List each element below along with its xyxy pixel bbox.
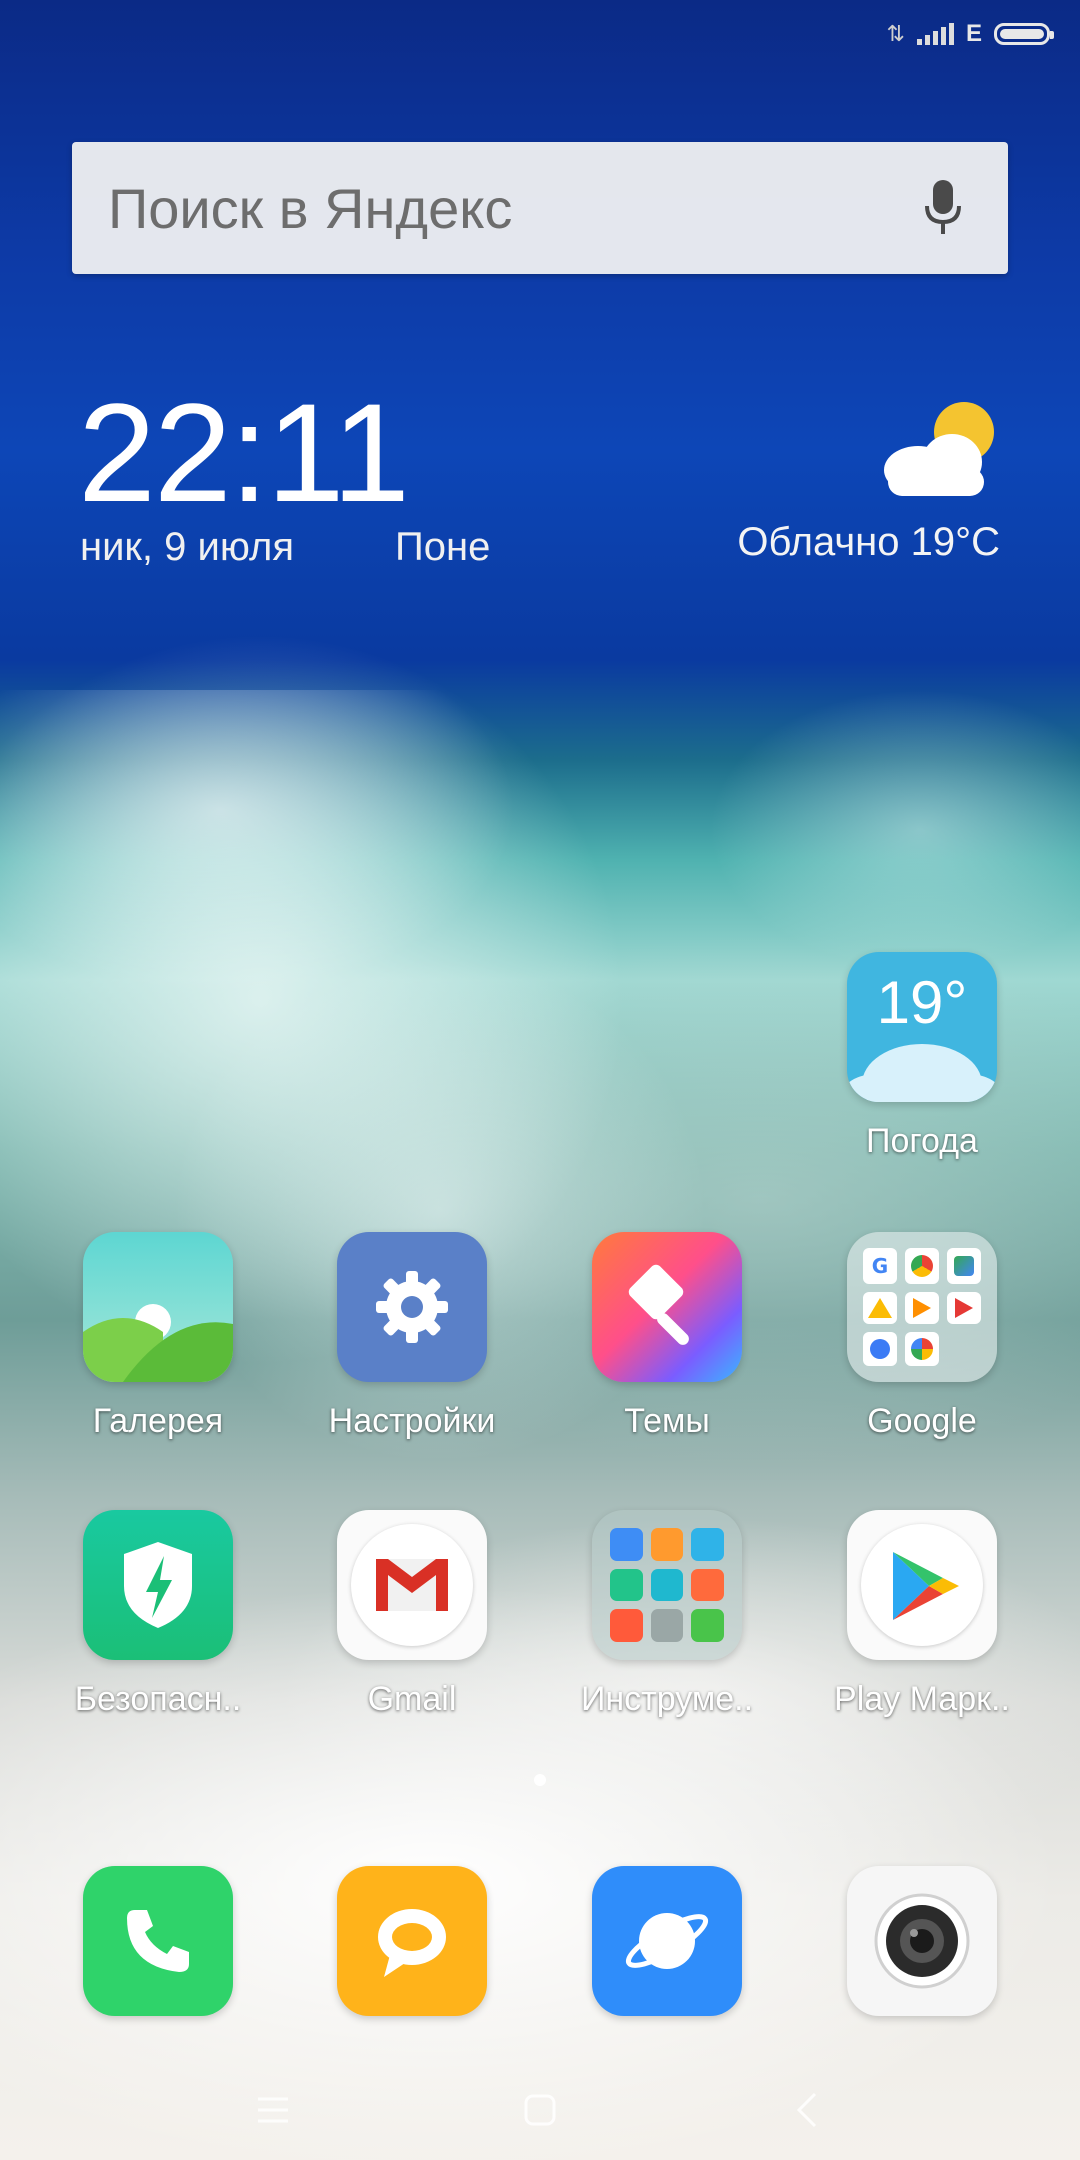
chrome-icon (905, 1248, 939, 1284)
cloudy-weather-icon[interactable] (878, 398, 1000, 498)
contacts-icon (610, 1528, 643, 1561)
play-music-icon (905, 1292, 939, 1324)
weather-summary[interactable]: Облачно 19°C (737, 520, 1000, 565)
message-bubble-icon (337, 1866, 487, 2016)
settings-app[interactable]: Настройки (312, 1232, 512, 1441)
paintbrush-icon (592, 1232, 742, 1382)
duo-icon (863, 1332, 897, 1366)
phone-app[interactable] (58, 1866, 258, 2016)
signal-strength-icon (916, 23, 954, 45)
weather-app[interactable]: 19° Погода (822, 952, 1022, 1161)
recorder-icon (610, 1609, 643, 1642)
camera-app[interactable] (822, 1866, 1022, 2016)
yandex-search-bar[interactable]: Поиск в Яндекс (72, 142, 1008, 274)
scanner-icon (650, 1568, 684, 1602)
security-label: Безопасн.. (74, 1680, 242, 1718)
google-icon: G (863, 1248, 897, 1284)
gear-icon (337, 1232, 487, 1382)
battery-icon (994, 23, 1054, 45)
weather-app-temp: 19° (876, 969, 968, 1036)
status-bar: ⇅ E (886, 14, 1054, 54)
home-button[interactable] (510, 2080, 570, 2140)
gallery-icon (83, 1232, 233, 1382)
radio-icon (610, 1568, 643, 1602)
back-button[interactable] (777, 2080, 837, 2140)
navigation-bar (0, 2060, 1080, 2160)
compass-icon (691, 1528, 724, 1561)
calculator-icon (650, 1528, 684, 1561)
themes-app[interactable]: Темы (567, 1232, 767, 1441)
data-activity-icon: ⇅ (886, 21, 905, 47)
security-app[interactable]: Безопасн.. (58, 1510, 258, 1719)
google-label: Google (867, 1402, 977, 1440)
screen-recorder-icon (691, 1568, 724, 1602)
play-store-icon (847, 1510, 997, 1660)
tools-folder-icon (592, 1510, 742, 1660)
play-market-app[interactable]: Play Марк.. (822, 1510, 1022, 1719)
gallery-app[interactable]: Галерея (58, 1232, 258, 1441)
camera-lens-icon (847, 1866, 997, 2016)
messages-app[interactable] (312, 1866, 512, 2016)
clock-date: ник, 9 июля (80, 525, 294, 569)
browser-planet-icon (592, 1866, 742, 2016)
network-type: E (965, 20, 982, 47)
gmail-label: Gmail (367, 1680, 457, 1718)
drive-icon (863, 1292, 897, 1324)
play-movies-icon (947, 1292, 981, 1324)
gallery-label: Галерея (92, 1402, 224, 1440)
photos-icon (905, 1332, 939, 1366)
browser-app[interactable] (567, 1866, 767, 2016)
gmail-app[interactable]: Gmail (312, 1510, 512, 1719)
weather-app-label: Погода (866, 1122, 978, 1160)
weather-app-icon: 19° (847, 952, 997, 1102)
settings-label: Настройки (328, 1402, 496, 1440)
notes-icon (650, 1609, 684, 1642)
search-placeholder: Поиск в Яндекс (108, 176, 513, 240)
gmail-icon (337, 1510, 487, 1660)
clock-day: Поне (395, 525, 491, 569)
downloads-icon (691, 1609, 724, 1642)
themes-label: Темы (624, 1402, 710, 1440)
maps-icon (947, 1248, 981, 1284)
microphone-icon[interactable] (908, 173, 978, 243)
phone-icon (83, 1866, 233, 2016)
menu-button[interactable] (243, 2080, 303, 2140)
google-folder[interactable]: G Google (822, 1232, 1022, 1441)
play-market-label: Play Марк.. (834, 1680, 1010, 1718)
clock-time[interactable]: 22:11 (78, 378, 410, 528)
tools-folder[interactable]: Инструме.. (567, 1510, 767, 1719)
shield-lightning-icon (83, 1510, 233, 1660)
page-indicator (534, 1774, 546, 1786)
google-folder-icon: G (847, 1232, 997, 1382)
tools-label: Инструме.. (580, 1680, 754, 1718)
